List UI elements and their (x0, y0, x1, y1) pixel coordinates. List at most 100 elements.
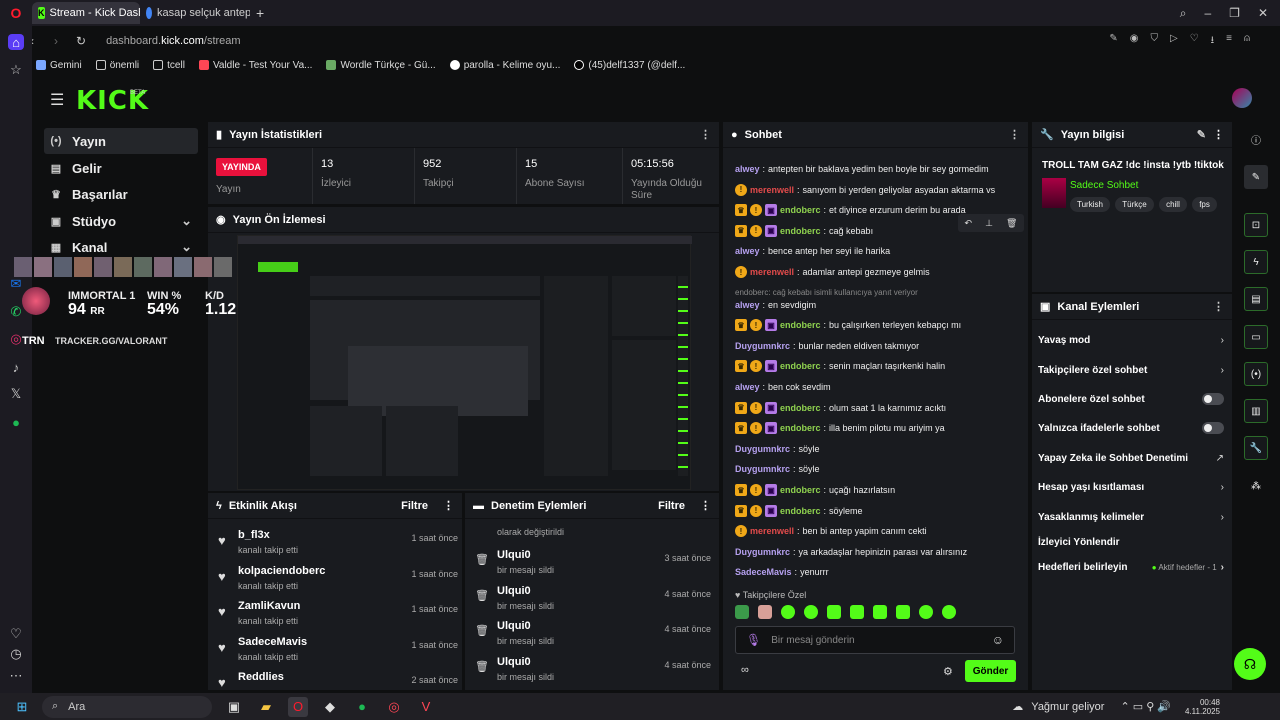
pencil-icon[interactable]: ✎ (1244, 165, 1268, 189)
reply-icon[interactable]: ↶ (965, 218, 973, 229)
action-banned-words[interactable]: Yasaklanmış kelimeler › (1038, 507, 1224, 527)
hamburger-icon[interactable]: ☰ (50, 90, 64, 110)
chat-username[interactable]: merenwell (750, 267, 794, 277)
chat-message[interactable]: ♛! ▣ endoberc: senin maçları taşırkenki hal… (735, 357, 1020, 375)
chat-username[interactable]: Duygumnkrc (735, 547, 790, 557)
filter-button[interactable]: Filtre (401, 500, 428, 512)
menu-icon[interactable]: ≡ (1226, 33, 1232, 50)
spotify-icon[interactable]: ● (8, 414, 24, 430)
layers-icon[interactable]: ▥ (1244, 399, 1268, 423)
tag[interactable]: fps (1192, 197, 1217, 212)
chat-username[interactable]: endoberc (780, 506, 821, 516)
chat-username[interactable]: endoberc (780, 205, 821, 215)
emote-icon[interactable] (850, 605, 864, 619)
tab-google-search[interactable]: kasap selçuk antep - Goog (140, 2, 250, 24)
chat-username[interactable]: endoberc (780, 423, 821, 433)
tiktok-icon[interactable]: ♪ (8, 359, 24, 375)
weather-text[interactable]: Yağmur geliyor (1031, 701, 1104, 713)
chat-message[interactable]: ! merenwell: adamlar antepi gezmeye gelmis (735, 263, 1020, 281)
emote-icon[interactable] (896, 605, 910, 619)
bookmark-parolla[interactable]: parolla - Kelime oyu... (449, 60, 560, 71)
chat-username[interactable]: alwey (735, 382, 760, 392)
star-icon[interactable]: ☆ (8, 62, 24, 78)
tag[interactable]: Türkçe (1115, 197, 1154, 212)
bookmark-gemini[interactable]: Gemini (36, 60, 82, 71)
apps-icon[interactable]: ⁂ (1244, 474, 1268, 498)
emotes-only-toggle[interactable] (1202, 422, 1224, 434)
tray-icons[interactable]: ⌃ ▭ ⚲ 🔊 (1120, 700, 1171, 713)
more-icon[interactable]: ⋮ (1009, 128, 1020, 141)
riot-taskbar-icon[interactable]: V (416, 697, 436, 717)
camera-icon[interactable]: ◉ (1130, 33, 1139, 50)
delete-icon[interactable]: 🗑 (1006, 218, 1017, 229)
minimize-icon[interactable]: – (1204, 6, 1211, 21)
subscribers-only-toggle[interactable] (1202, 393, 1224, 405)
action-account-age[interactable]: Hesap yaşı kısıtlaması › (1038, 477, 1224, 497)
action-followers-only[interactable]: Takipçilere özel sohbet › (1038, 360, 1224, 380)
chat-username[interactable]: Duygumnkrc (735, 464, 790, 474)
edit-icon[interactable]: ✎ (1109, 33, 1117, 50)
action-subscribers-only[interactable]: Abonelere özel sohbet (1038, 389, 1224, 409)
action-ai-moderation[interactable]: Yapay Zeka ile Sohbet Denetimi ↗ (1038, 448, 1224, 468)
more-icon[interactable]: ⋮ (700, 128, 711, 141)
nav-yayin[interactable]: (•) Yayın (44, 128, 198, 154)
infinity-icon[interactable]: ∞ (741, 664, 749, 676)
chat-message[interactable]: Duygumnkrc: söyle (735, 460, 1020, 478)
action-raid[interactable]: İzleyici Yönlendir (1038, 532, 1224, 552)
play-icon[interactable]: ▷ (1170, 33, 1178, 50)
valorant-taskbar-icon[interactable]: ◎ (384, 697, 404, 717)
category-name[interactable]: Sadece Sohbet (1070, 180, 1138, 191)
filter-button[interactable]: Filtre (658, 500, 685, 512)
target-icon[interactable]: ⊡ (1244, 213, 1268, 237)
microphone-icon[interactable]: 🎙 (746, 633, 761, 647)
new-tab-button[interactable]: + (250, 2, 270, 24)
wrench-icon[interactable]: 🔧 (1244, 436, 1268, 460)
action-emotes-only[interactable]: Yalnızca ifadelerle sohbet (1038, 418, 1224, 438)
chat-message[interactable]: ♛! ▣ endoberc: uçağı hazırlatsın (735, 481, 1020, 499)
chat-message[interactable]: alwey: ben cok sevdim (735, 378, 1020, 396)
spotify-taskbar-icon[interactable]: ● (352, 697, 372, 717)
more-icon[interactable]: ⋮ (1213, 128, 1224, 141)
file-explorer-icon[interactable]: ▰ (256, 697, 276, 717)
tab-kick-dashboard[interactable]: K Stream - Kick Dashboard (32, 2, 140, 24)
heart-icon[interactable]: ♡ (1190, 33, 1199, 50)
emote-icon[interactable] (735, 605, 749, 619)
chat-message[interactable]: ♛! ▣ endoberc: söyleme (735, 502, 1020, 520)
chat-message[interactable]: ! merenwell: sanıyom bi yerden geliyolar a… (735, 181, 1020, 199)
home-icon[interactable]: ⌂ (8, 34, 24, 50)
support-headset-icon[interactable]: ☊ (1234, 648, 1266, 680)
document-icon[interactable]: ▤ (1244, 287, 1268, 311)
nav-basarilar[interactable]: ♛ Başarılar (44, 181, 198, 207)
chat-message[interactable]: alwey: bence antep her seyi ile harika (735, 242, 1020, 260)
chat-username[interactable]: merenwell (750, 526, 794, 536)
chat-username[interactable]: Duygumnkrc (735, 444, 790, 454)
chat-message[interactable]: ♛! ▣ endoberc: olum saat 1 la karnımız acık… (735, 399, 1020, 417)
chat-username[interactable]: endoberc (780, 226, 821, 236)
stream-preview-video[interactable] (237, 235, 692, 490)
reload-icon[interactable]: ↻ (76, 34, 86, 48)
tag[interactable]: Turkish (1070, 197, 1110, 212)
chat-bubble-icon[interactable]: ▭ (1244, 325, 1268, 349)
heart-icon[interactable]: ♡ (8, 626, 24, 642)
chat-input[interactable]: 🎙 Bir mesaj gönderin ☺ (735, 626, 1015, 654)
chat-username[interactable]: endoberc (780, 485, 821, 495)
emote-icon[interactable] (919, 605, 933, 619)
action-slow-mode[interactable]: Yavaş mod › (1038, 330, 1224, 350)
url-field[interactable]: dashboard.kick.com/stream (106, 35, 241, 47)
nav-gelir[interactable]: ▤ Gelir (44, 155, 198, 181)
clock[interactable]: 00:48 4.11.2025 (1185, 698, 1220, 716)
history-icon[interactable]: ◷ (8, 646, 24, 662)
chat-username[interactable]: endoberc (780, 320, 821, 330)
download-icon[interactable]: ⭳ (1211, 33, 1215, 50)
broadcast-icon[interactable]: (•) (1244, 362, 1268, 386)
maximize-icon[interactable]: ❐ (1229, 6, 1240, 21)
avatar[interactable] (1232, 88, 1252, 108)
more-icon[interactable]: ⋮ (443, 499, 454, 512)
opera-taskbar-icon[interactable]: O (288, 696, 308, 717)
send-button[interactable]: Gönder (965, 660, 1016, 682)
emote-icon[interactable] (942, 605, 956, 619)
emote-icon[interactable] (781, 605, 795, 619)
action-goals[interactable]: Hedefleri belirleyin ● Aktif hedefler - 1… (1038, 557, 1224, 577)
chat-message[interactable]: ♛! ▣ endoberc: bu çalışırken terleyen kebap… (735, 316, 1020, 334)
app-icon[interactable]: ◆ (320, 697, 340, 717)
